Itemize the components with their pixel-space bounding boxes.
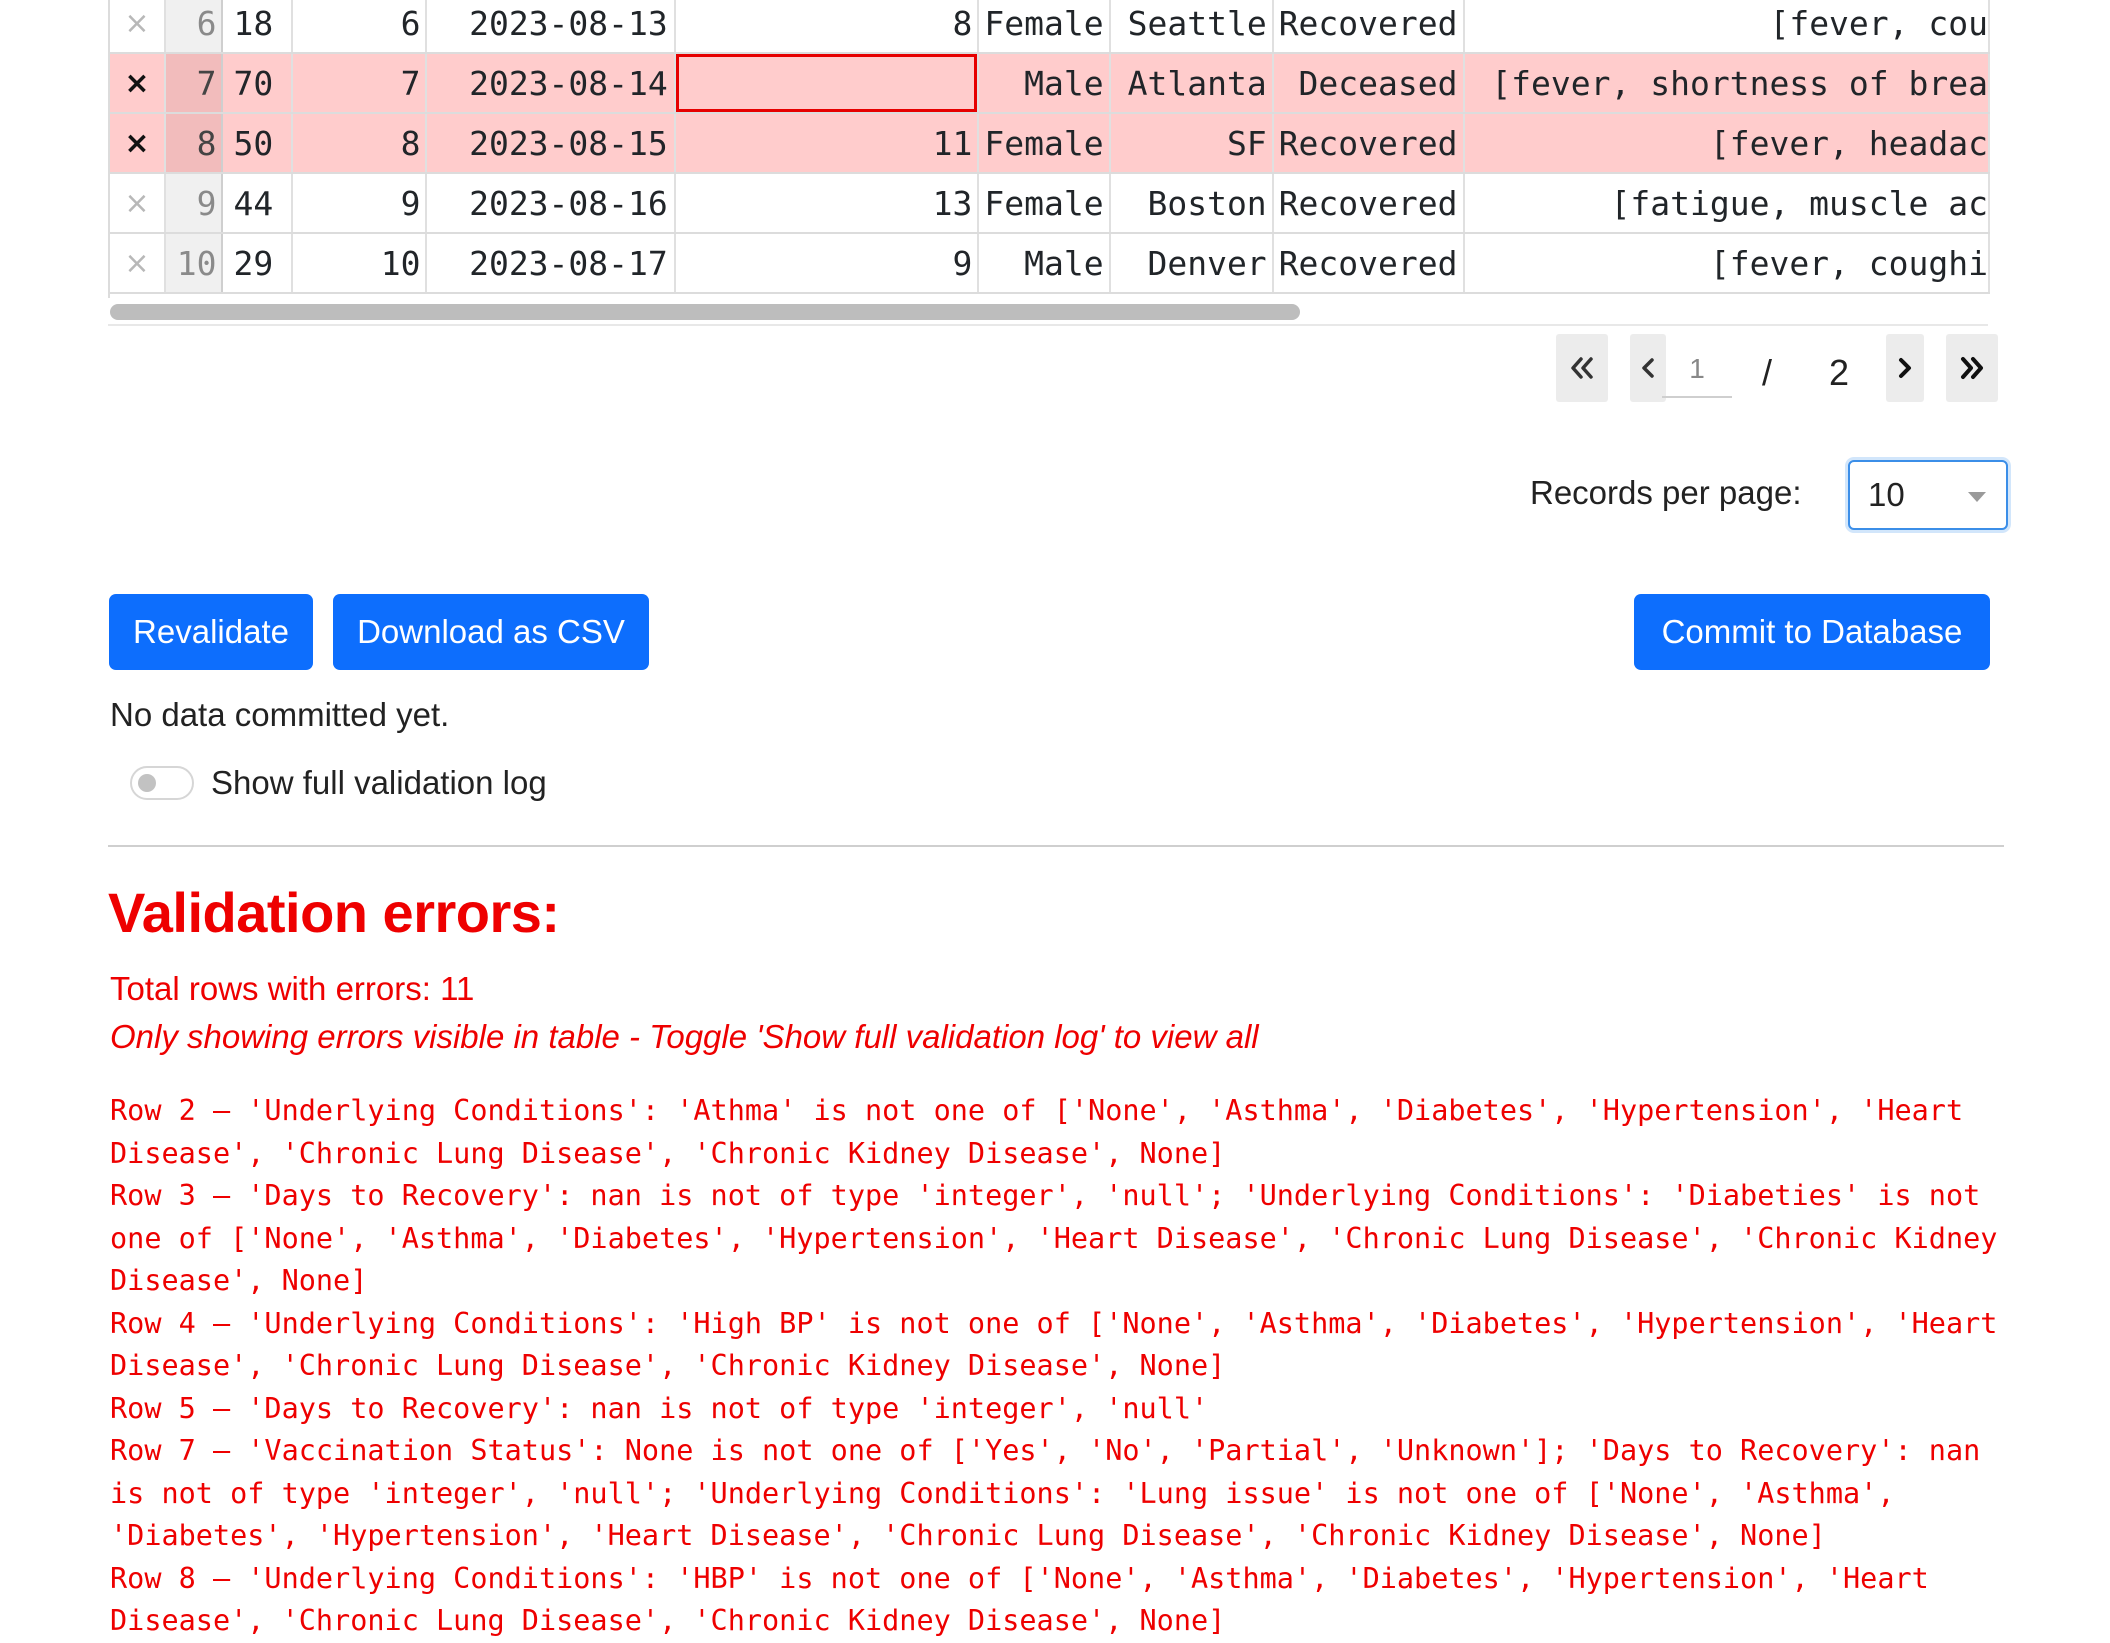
cell-date[interactable]: 2023-08-16 (426, 173, 676, 234)
caret-down-icon (1968, 492, 1986, 502)
row-index: 6 (164, 0, 224, 54)
cell-symptoms[interactable]: [fatigue, muscle ac (1463, 173, 1990, 234)
cell-vaccination-status[interactable] (674, 53, 980, 114)
cell-age[interactable]: 44 (222, 173, 294, 234)
cell-gender[interactable]: Female (978, 173, 1111, 234)
error-line: Row 2 – 'Underlying Conditions': 'Athma'… (110, 1094, 1964, 1170)
delete-row-button[interactable]: × (110, 173, 166, 234)
records-per-page-select[interactable]: 10 (1848, 460, 2008, 530)
cell-outcome[interactable]: Recovered (1272, 113, 1465, 174)
cell-outcome[interactable]: Recovered (1272, 233, 1465, 294)
table-row: × 7 70 7 2023-08-14 Male Atlanta Deceased [fever… (110, 53, 1990, 114)
cell-age[interactable]: 70 (222, 53, 294, 114)
error-line: Row 4 – 'Underlying Conditions': 'High B… (110, 1306, 1998, 1383)
validation-error-log: Row 2 – 'Underlying Conditions': 'Athma'… (110, 1090, 2010, 1643)
cell-gender[interactable]: Female (978, 0, 1111, 54)
cell-id[interactable]: 6 (292, 0, 428, 54)
row-index: 9 (164, 173, 224, 234)
delete-row-button[interactable]: × (110, 53, 166, 114)
error-line: Row 3 – 'Days to Recovery': nan is not o… (110, 1179, 1998, 1297)
cell-city[interactable]: SF (1109, 113, 1274, 174)
horizontal-scrollbar[interactable] (108, 302, 1988, 326)
cell-age[interactable]: 50 (222, 113, 294, 174)
chevron-left-icon (1642, 358, 1654, 378)
data-table: × 6 18 6 2023-08-13 8 Female Seattle Recovered [f… (108, 0, 1990, 298)
validation-errors-title: Validation errors: (108, 881, 560, 944)
download-csv-button[interactable]: Download as CSV (333, 594, 649, 670)
cell-vaccination-status[interactable]: 13 (674, 173, 980, 234)
cell-outcome[interactable]: Deceased (1272, 53, 1465, 114)
delete-row-button[interactable]: × (110, 113, 166, 174)
show-full-log-label[interactable]: Show full validation log (211, 764, 547, 802)
cell-city[interactable]: Denver (1109, 233, 1274, 294)
cell-id[interactable]: 9 (292, 173, 428, 234)
page-number-input[interactable] (1662, 342, 1732, 398)
cell-date[interactable]: 2023-08-13 (426, 0, 676, 54)
cell-city[interactable]: Seattle (1109, 0, 1274, 54)
cell-symptoms[interactable]: [fever, headac (1463, 113, 1990, 174)
row-index: 8 (164, 113, 224, 174)
table-row: × 6 18 6 2023-08-13 8 Female Seattle Recovered [f… (110, 0, 1990, 54)
chevron-right-icon (1899, 358, 1911, 378)
first-page-button[interactable] (1556, 334, 1608, 402)
cell-gender[interactable]: Male (978, 233, 1111, 294)
cell-id[interactable]: 8 (292, 113, 428, 174)
double-chevron-right-icon (1961, 357, 1983, 379)
records-per-page-value: 10 (1868, 476, 1905, 513)
data-grid: × 6 18 6 2023-08-13 8 Female Seattle Recovered [f… (110, 0, 1990, 294)
cell-date[interactable]: 2023-08-14 (426, 53, 676, 114)
cell-vaccination-status[interactable]: 11 (674, 113, 980, 174)
toggle-knob (138, 774, 156, 792)
next-page-button[interactable] (1886, 334, 1924, 402)
prev-page-button[interactable] (1630, 334, 1666, 402)
cell-vaccination-status[interactable]: 9 (674, 233, 980, 294)
cell-city[interactable]: Atlanta (1109, 53, 1274, 114)
revalidate-button[interactable]: Revalidate (109, 594, 313, 670)
cell-age[interactable]: 18 (222, 0, 294, 54)
error-line: Row 7 – 'Vaccination Status': None is no… (110, 1434, 1981, 1552)
validation-note: Only showing errors visible in table - T… (110, 1018, 1259, 1055)
row-index: 10 (164, 233, 224, 294)
commit-to-database-button[interactable]: Commit to Database (1634, 594, 1990, 670)
cell-outcome[interactable]: Recovered (1272, 0, 1465, 54)
cell-date[interactable]: 2023-08-17 (426, 233, 676, 294)
table-row: × 9 44 9 2023-08-16 13 Female Boston Recovered [f… (110, 173, 1990, 234)
cell-outcome[interactable]: Recovered (1272, 173, 1465, 234)
cell-date[interactable]: 2023-08-15 (426, 113, 676, 174)
cell-gender[interactable]: Male (978, 53, 1111, 114)
section-divider (108, 845, 2004, 847)
cell-gender[interactable]: Female (978, 113, 1111, 174)
cell-symptoms[interactable]: [fever, coughi (1463, 233, 1990, 294)
error-row-count: Total rows with errors: 11 (110, 970, 475, 1007)
delete-row-button[interactable]: × (110, 0, 166, 54)
cell-symptoms[interactable]: [fever, cou (1463, 0, 1990, 54)
cell-vaccination-status[interactable]: 8 (674, 0, 980, 54)
row-index: 7 (164, 53, 224, 114)
cell-symptoms[interactable]: [fever, shortness of brea (1463, 53, 1990, 114)
table-body: × 6 18 6 2023-08-13 8 Female Seattle Recovered [f… (110, 0, 1990, 294)
cell-city[interactable]: Boston (1109, 173, 1274, 234)
cell-id[interactable]: 10 (292, 233, 428, 294)
commit-status-text: No data committed yet. (110, 696, 450, 733)
records-per-page-label: Records per page: (1530, 474, 1802, 511)
error-line: Row 8 – 'Underlying Conditions': 'HBP' i… (110, 1561, 1929, 1638)
table-row: × 8 50 8 2023-08-15 11 Female SF Recovered [fever… (110, 113, 1990, 174)
cell-age[interactable]: 29 (222, 233, 294, 294)
total-pages: 2 (1829, 352, 1850, 393)
last-page-button[interactable] (1946, 334, 1998, 402)
cell-id[interactable]: 7 (292, 53, 428, 114)
error-line: Row 5 – 'Days to Recovery': nan is not o… (110, 1391, 1209, 1425)
page-separator: / (1762, 352, 1773, 393)
double-chevron-left-icon (1571, 357, 1593, 379)
show-full-log-toggle[interactable] (130, 766, 194, 800)
scrollbar-thumb[interactable] (110, 304, 1300, 320)
delete-row-button[interactable]: × (110, 233, 166, 294)
table-row: × 10 29 10 2023-08-17 9 Male Denver Recovered [fe… (110, 233, 1990, 294)
